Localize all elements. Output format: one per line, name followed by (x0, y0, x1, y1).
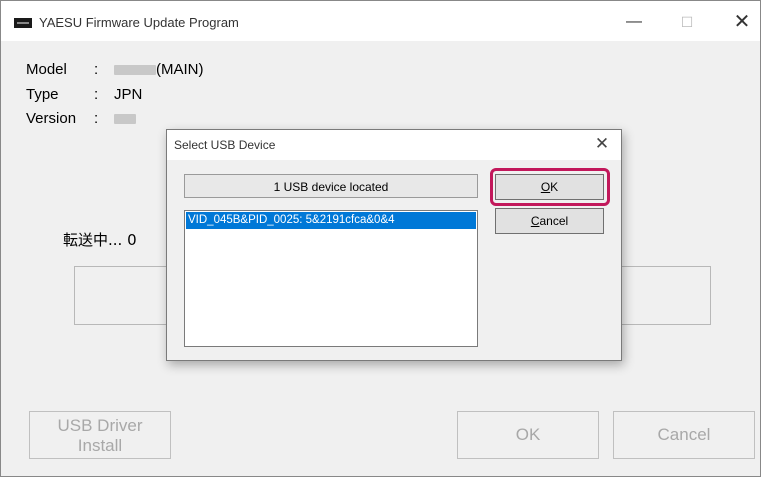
model-label: Model (26, 61, 67, 78)
main-window: YAESU Firmware Update Program — ☐ ✕ Mode… (0, 0, 761, 477)
transfer-status: 転送中... 0 (63, 231, 137, 249)
minimize-button[interactable]: — (619, 9, 649, 35)
ok-label-rest: K (550, 180, 559, 194)
dialog-title-bar: Select USB Device ✕ (167, 130, 621, 160)
app-logo-icon (14, 18, 32, 28)
list-item[interactable]: VID_045B&PID_0025: 5&2191cfca&0&4 (186, 212, 476, 229)
select-usb-device-dialog: Select USB Device ✕ 1 USB device located… (166, 129, 622, 361)
model-redacted (114, 65, 156, 76)
cancel-label-rest: ancel (539, 214, 569, 228)
title-bar: YAESU Firmware Update Program — ☐ ✕ (1, 1, 760, 41)
window-title: YAESU Firmware Update Program (39, 15, 239, 30)
dialog-close-icon[interactable]: ✕ (592, 134, 612, 154)
type-row: Type: JPN (26, 86, 142, 103)
ok-button[interactable]: OK (457, 411, 599, 459)
dialog-cancel-button[interactable]: Cancel (495, 208, 604, 234)
close-button[interactable]: ✕ (727, 9, 757, 35)
model-value: (MAIN) (156, 61, 204, 78)
version-colon: : (94, 110, 99, 127)
version-redacted (114, 114, 136, 125)
version-label: Version (26, 110, 77, 127)
type-label: Type (26, 86, 59, 103)
usb-driver-label-2: Install (77, 436, 123, 455)
type-colon: : (94, 86, 99, 103)
cancel-button[interactable]: Cancel (613, 411, 755, 459)
maximize-button[interactable]: ☐ (672, 9, 702, 35)
usb-driver-label-1: USB Driver (57, 416, 143, 435)
device-count-status: 1 USB device located (184, 174, 478, 198)
version-row: Version: (26, 110, 136, 127)
type-value: JPN (114, 86, 143, 103)
ok-mnemonic: O (540, 180, 551, 194)
model-row: Model: (MAIN) (26, 61, 204, 78)
model-colon: : (94, 61, 99, 78)
dialog-ok-button[interactable]: OK (495, 174, 604, 200)
dialog-title: Select USB Device (174, 138, 276, 152)
usb-driver-install-button[interactable]: USB Driver Install (29, 411, 171, 459)
usb-device-list[interactable]: VID_045B&PID_0025: 5&2191cfca&0&4 (184, 210, 478, 347)
